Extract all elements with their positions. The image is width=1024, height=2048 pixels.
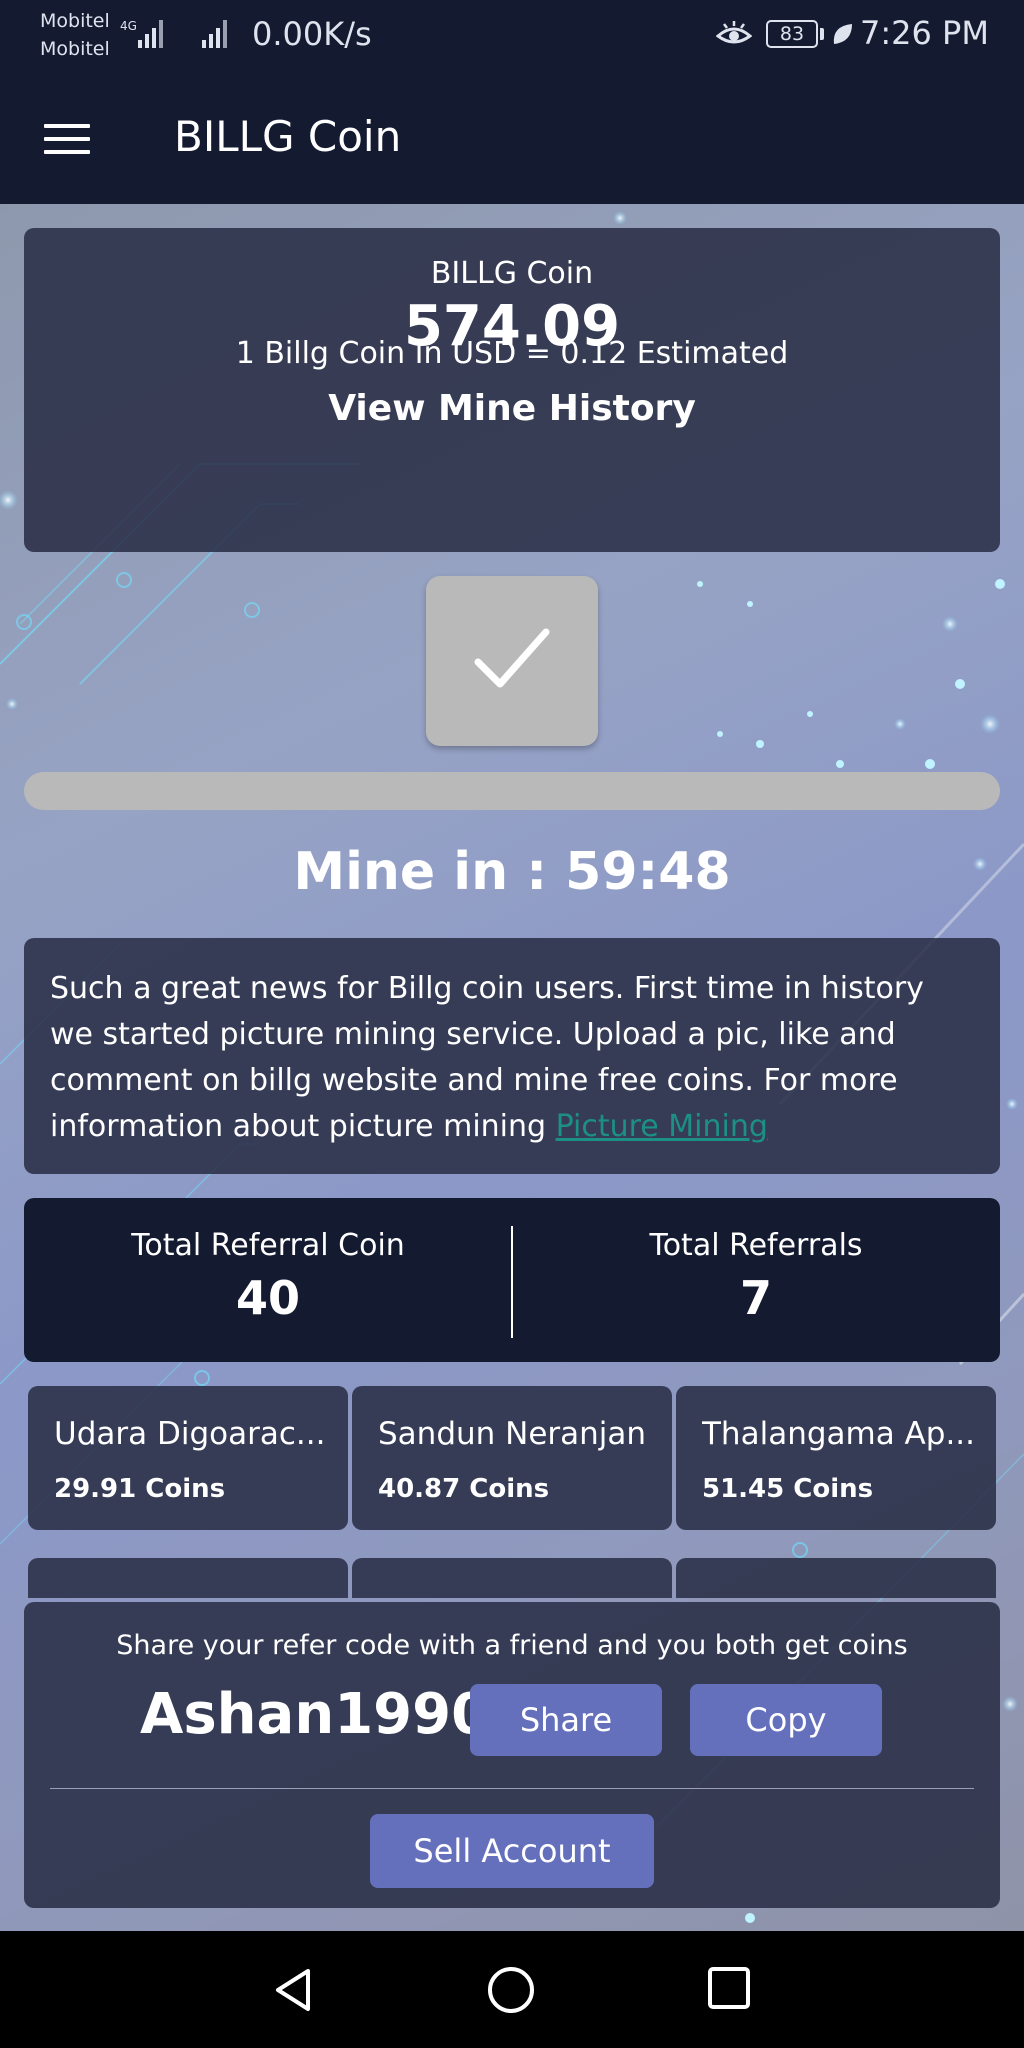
coin-name: BILLG Coin <box>430 256 594 291</box>
refer-code: Ashan1990 <box>140 1682 491 1747</box>
carrier-label-1: Mobitel <box>40 10 110 32</box>
system-nav-bar <box>0 1931 1024 2048</box>
picture-mining-link[interactable]: Picture Mining <box>556 1109 768 1144</box>
referral-user-name: Udara Digoarac... <box>54 1416 326 1452</box>
view-mine-history-link[interactable]: View Mine History <box>24 388 1000 429</box>
total-referrals-label: Total Referrals <box>649 1228 863 1263</box>
mine-timer: Mine in : 59:48 <box>293 842 731 902</box>
status-bar: Mobitel Mobitel 4G 0.00K/s 83 7:26 PM <box>0 0 1024 72</box>
refer-divider <box>50 1788 974 1789</box>
home-icon[interactable] <box>486 1965 536 2015</box>
referral-user-name: Sandun Neranjan <box>378 1416 647 1452</box>
battery-icon: 83 <box>766 20 818 48</box>
signal-4g-icon: 4G <box>120 19 163 48</box>
balance-card: BILLG Coin 574.09 1 Billg Coin In USD = … <box>24 228 1000 552</box>
referral-user-coins: 51.45 Coins <box>702 1474 874 1504</box>
network-type-label: 4G <box>120 19 137 33</box>
share-button[interactable]: Share <box>470 1684 662 1756</box>
sell-account-button[interactable]: Sell Account <box>370 1814 654 1888</box>
total-referral-coin-value: 40 <box>235 1271 300 1325</box>
back-icon[interactable] <box>268 1965 318 2015</box>
app-bar: BILLG Coin <box>0 72 1024 204</box>
referral-user-card-partial[interactable] <box>352 1558 672 1598</box>
power-saving-leaf-icon <box>833 24 852 44</box>
referral-user-coins: 29.91 Coins <box>54 1474 226 1504</box>
referral-user-card[interactable]: Thalangama Ap... 51.45 Coins <box>676 1386 996 1530</box>
mining-progress-fill <box>24 772 1000 810</box>
news-panel: Such a great news for Billg coin users. … <box>24 938 1000 1174</box>
carrier-label-2: Mobitel <box>40 38 110 60</box>
mining-progress-bar <box>24 772 1000 810</box>
referral-user-card[interactable]: Udara Digoarac... 29.91 Coins <box>28 1386 348 1530</box>
referral-user-name: Thalangama Ap... <box>702 1416 976 1452</box>
total-referral-coin: Total Referral Coin 40 <box>24 1228 512 1325</box>
checkmark-icon <box>474 628 550 688</box>
referral-user-card[interactable]: Sandun Neranjan 40.87 Coins <box>352 1386 672 1530</box>
battery-nub <box>820 28 824 40</box>
referral-summary: Total Referral Coin 40 Total Referrals 7 <box>24 1198 1000 1362</box>
mine-button[interactable] <box>426 576 598 746</box>
usd-rate-text: 1 Billg Coin In USD = 0.12 Estimated <box>235 336 789 371</box>
total-referrals: Total Referrals 7 <box>512 1228 1000 1325</box>
copy-button[interactable]: Copy <box>690 1684 882 1756</box>
eye-comfort-icon <box>716 21 752 44</box>
referral-user-card-partial[interactable] <box>28 1558 348 1598</box>
refer-code-panel: Share your refer code with a friend and … <box>24 1602 1000 1908</box>
main-content: BILLG Coin 574.09 1 Billg Coin In USD = … <box>0 204 1024 1931</box>
net-speed: 0.00K/s <box>252 15 372 53</box>
total-referrals-value: 7 <box>739 1271 772 1325</box>
app-title: BILLG Coin <box>174 112 402 161</box>
hamburger-menu-icon[interactable] <box>44 124 90 154</box>
news-body: Such a great news for Billg coin users. … <box>50 971 924 1144</box>
refer-message: Share your refer code with a friend and … <box>116 1630 908 1661</box>
news-text: Such a great news for Billg coin users. … <box>50 966 970 1150</box>
clock: 7:26 PM <box>860 14 989 52</box>
recent-apps-icon[interactable] <box>706 1965 752 2011</box>
total-referral-coin-label: Total Referral Coin <box>131 1228 405 1263</box>
referral-user-coins: 40.87 Coins <box>378 1474 550 1504</box>
signal-icon <box>202 20 227 48</box>
referral-user-card-partial[interactable] <box>676 1558 996 1598</box>
